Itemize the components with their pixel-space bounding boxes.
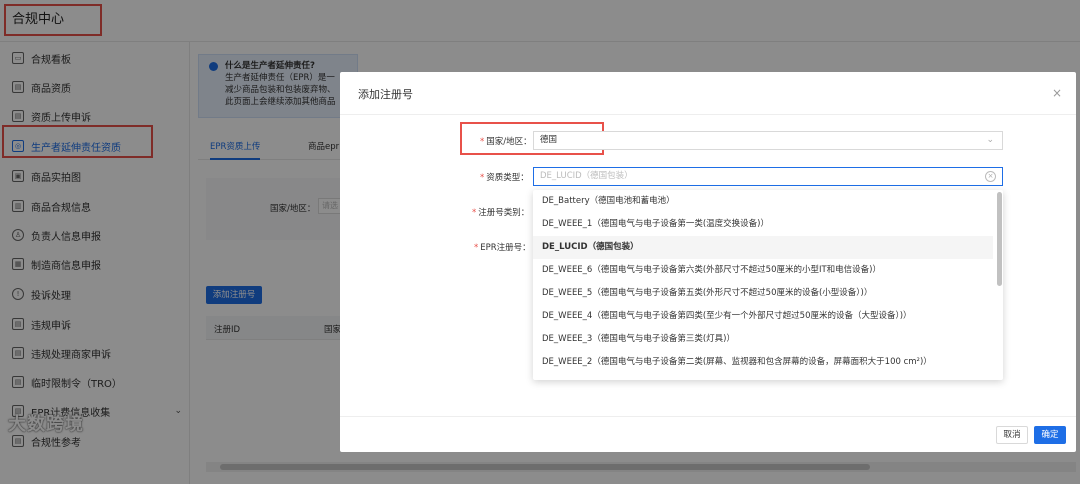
dropdown-option[interactable]: DE_WEEE_5（德国电气与电子设备第五类(外形尺寸不超过50厘米的设备(小型… xyxy=(533,282,993,305)
dropdown-scrollbar[interactable] xyxy=(997,192,1002,286)
type-placeholder: DE_LUCID（德国包装） xyxy=(540,171,633,181)
clear-icon[interactable]: × xyxy=(985,171,996,182)
close-icon[interactable]: × xyxy=(1052,86,1062,100)
dropdown-option[interactable]: DE_Battery（德国电池和蓄电池） xyxy=(533,190,993,213)
dropdown-option[interactable]: DE_WEEE_6（德国电气与电子设备第六类(外部尺寸不超过50厘米的小型IT和… xyxy=(533,259,993,282)
add-registration-modal: 添加注册号 × * 国家/地区： 德国 ⌄ * 资质类型： DE_LUCID（德国包… xyxy=(340,72,1076,452)
country-label: * 国家/地区： xyxy=(480,137,532,147)
country-label-text: 国家/地区： xyxy=(486,137,532,147)
dropdown-option[interactable]: DE_WEEE_4（德国电气与电子设备第四类(至少有一个外部尺寸超过50厘米的设… xyxy=(533,305,993,328)
confirm-button[interactable]: 确定 xyxy=(1034,426,1066,444)
divider xyxy=(340,416,1076,417)
epr-label-text: EPR注册号： xyxy=(480,243,531,253)
chevron-down-icon: ⌄ xyxy=(986,135,994,145)
country-value: 德国 xyxy=(540,135,558,145)
dropdown-option-selected[interactable]: DE_LUCID（德国包装） xyxy=(533,236,993,259)
dropdown-option[interactable]: DE_WEEE_3（德国电气与电子设备第三类(灯具)） xyxy=(533,328,993,351)
divider xyxy=(340,114,1076,115)
epr-label: * EPR注册号： xyxy=(474,243,531,253)
country-select[interactable]: 德国 ⌄ xyxy=(533,131,1003,150)
dropdown-option[interactable]: DE_WEEE_1（德国电气与电子设备第一类(温度交换设备)） xyxy=(533,213,993,236)
modal-title: 添加注册号 xyxy=(358,88,413,101)
qualification-type-dropdown[interactable]: DE_Battery（德国电池和蓄电池） DE_WEEE_1（德国电气与电子设备… xyxy=(533,190,1003,380)
dropdown-option[interactable]: DE_WEEE_2（德国电气与电子设备第二类(屏幕、监视器和包含屏幕的设备，屏幕… xyxy=(533,351,993,374)
qualification-type-select[interactable]: DE_LUCID（德国包装） × xyxy=(533,167,1003,186)
type-label-text: 资质类型： xyxy=(486,173,529,183)
regtype-label: * 注册号类别： xyxy=(472,208,530,218)
cancel-button[interactable]: 取消 xyxy=(996,426,1028,444)
regtype-label-text: 注册号类别： xyxy=(478,208,530,218)
type-label: * 资质类型： xyxy=(480,173,529,183)
